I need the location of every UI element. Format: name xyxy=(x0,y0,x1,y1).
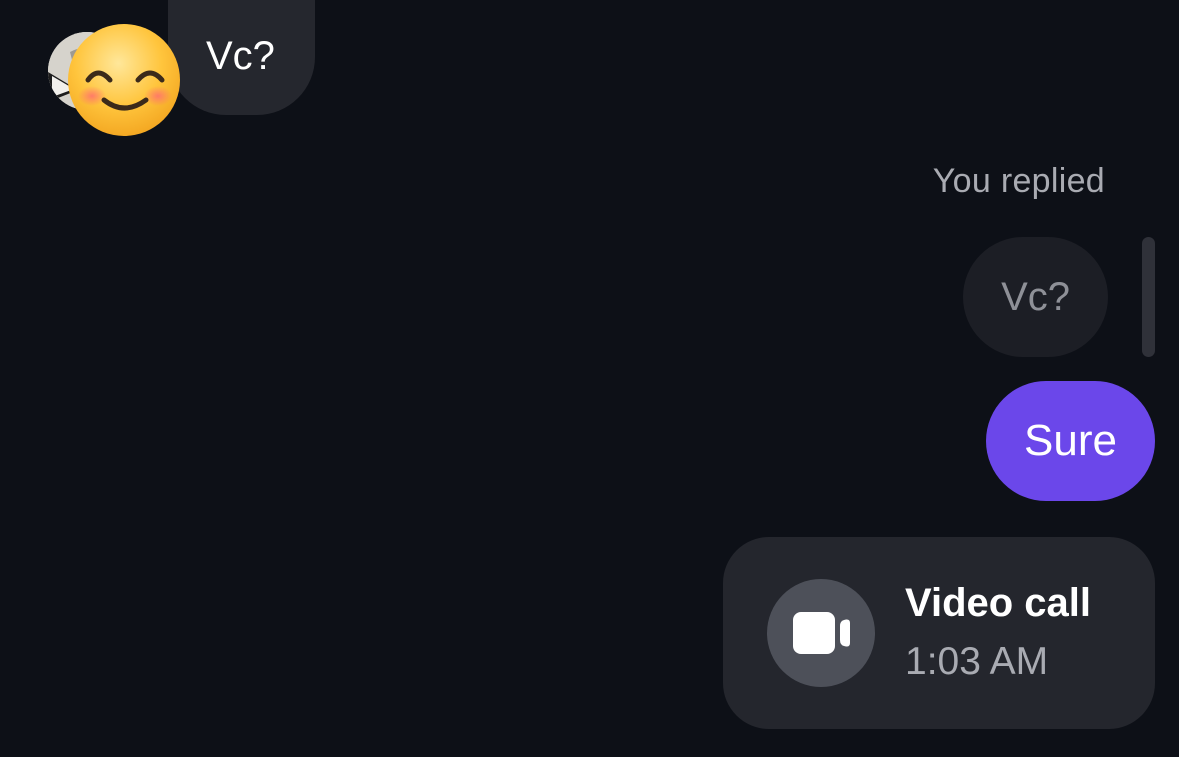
video-camera-icon xyxy=(793,612,850,654)
quoted-message-text: Vc? xyxy=(1001,274,1070,319)
quoted-message-bubble[interactable]: Vc? xyxy=(963,237,1108,357)
smiling-face-icon[interactable] xyxy=(66,22,184,140)
video-call-title: Video call xyxy=(905,581,1092,625)
incoming-message-text: Vc? xyxy=(206,33,275,78)
video-call-icon-circle xyxy=(767,579,875,687)
video-call-card[interactable]: Video call 1:03 AM xyxy=(723,537,1155,729)
video-call-time: 1:03 AM xyxy=(905,640,1049,683)
reply-indicator-bar xyxy=(1142,237,1155,357)
incoming-message-bubble[interactable]: Vc? xyxy=(168,0,315,115)
outgoing-message-bubble[interactable]: Sure xyxy=(986,381,1155,501)
you-replied-label: You replied xyxy=(932,162,1105,200)
outgoing-message-text: Sure xyxy=(1024,416,1117,465)
